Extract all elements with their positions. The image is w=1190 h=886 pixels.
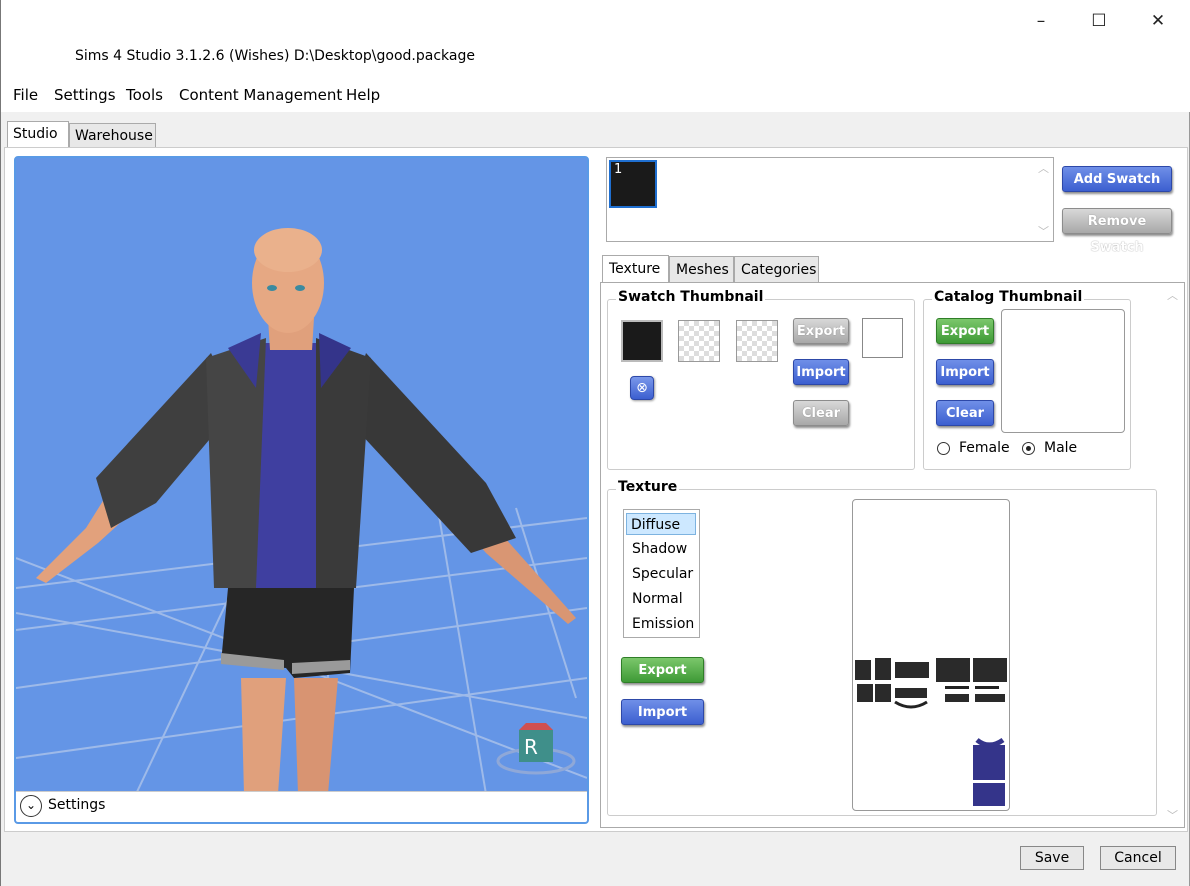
list-item-normal[interactable]: Normal	[628, 588, 692, 610]
radio-female[interactable]	[937, 442, 950, 455]
texture-title: Texture	[616, 479, 680, 495]
list-item-shadow[interactable]: Shadow	[628, 538, 692, 560]
catalog-thumbnail-preview	[1001, 309, 1125, 433]
gizmo-axis-label: R	[524, 735, 538, 759]
scroll-down-icon[interactable]: ﹀	[1038, 223, 1049, 239]
texture-channel-list[interactable]: Diffuse Shadow Specular Normal Emission	[623, 509, 700, 638]
radio-male-label: Male	[1044, 440, 1078, 456]
close-icon[interactable]: ✕	[1138, 8, 1178, 34]
swatch-export-button[interactable]: Export	[793, 318, 849, 344]
viewport-settings-bar[interactable]: ⌄ Settings	[16, 791, 587, 822]
menu-file[interactable]: File	[13, 86, 38, 104]
remove-swatch-button[interactable]: Remove Swatch	[1062, 208, 1172, 255]
swatch-clear-button[interactable]: Clear	[793, 400, 849, 426]
tab-studio[interactable]: Studio	[7, 121, 69, 148]
menu-bar: File Settings Tools Content Management H…	[1, 80, 1190, 112]
list-item-diffuse[interactable]: Diffuse	[626, 513, 696, 535]
menu-settings[interactable]: Settings	[54, 86, 116, 104]
app-window: Sims 4 Studio 3.1.2.6 (Wishes) D:\Deskto…	[0, 0, 1190, 886]
catalog-clear-button[interactable]: Clear	[936, 400, 994, 426]
chevron-down-icon[interactable]: ⌄	[20, 795, 42, 817]
swatch-import-button[interactable]: Import	[793, 359, 849, 385]
swatch-item[interactable]: 1	[609, 160, 657, 208]
scroll-down-icon[interactable]: ﹀	[1167, 807, 1178, 823]
3d-viewport[interactable]: R ⌄ Settings	[14, 156, 589, 824]
swatch-thumbnail-preview	[678, 320, 720, 362]
tab-texture[interactable]: Texture	[602, 255, 669, 283]
swatch-item-label: 1	[614, 162, 623, 177]
list-item-specular[interactable]: Specular	[628, 563, 693, 585]
menu-tools[interactable]: Tools	[126, 86, 163, 104]
texture-export-button[interactable]: Export	[621, 657, 704, 683]
swatch-thumbnail-title: Swatch Thumbnail	[616, 289, 766, 305]
sim-model-preview[interactable]	[16, 158, 587, 794]
swatch-thumbnail-slot	[862, 318, 903, 358]
scroll-up-icon[interactable]: ︿	[1167, 287, 1178, 303]
settings-label: Settings	[48, 797, 106, 813]
menu-help[interactable]: Help	[346, 86, 380, 104]
catalog-thumbnail-title: Catalog Thumbnail	[932, 289, 1085, 305]
catalog-export-button[interactable]: Export	[936, 318, 994, 344]
catalog-import-button[interactable]: Import	[936, 359, 994, 385]
swatch-list[interactable]: 1 ︿ ﹀	[606, 157, 1054, 242]
texture-preview	[852, 499, 1010, 811]
list-item-emission[interactable]: Emission	[628, 613, 694, 635]
texture-group: Texture Diffuse Shadow Specular Normal E…	[607, 479, 1157, 816]
tab-categories[interactable]: Categories	[734, 256, 819, 282]
radio-female-label: Female	[959, 440, 1010, 456]
swatch-thumbnail-preview-alt	[736, 320, 778, 362]
save-button[interactable]: Save	[1020, 846, 1084, 870]
texture-atlas-image	[855, 658, 1007, 806]
scroll-up-icon[interactable]: ︿	[1038, 160, 1049, 176]
swatch-thumbnail-group: Swatch Thumbnail ⊗ Export Import Clear	[607, 289, 915, 470]
texture-import-button[interactable]: Import	[621, 699, 704, 725]
swatch-color-preview[interactable]	[621, 320, 663, 362]
cancel-button[interactable]: Cancel	[1100, 846, 1176, 870]
add-swatch-button[interactable]: Add Swatch	[1062, 166, 1172, 192]
tab-meshes[interactable]: Meshes	[669, 256, 734, 282]
remove-color-icon[interactable]: ⊗	[630, 376, 654, 400]
radio-male[interactable]	[1022, 442, 1035, 455]
window-title: Sims 4 Studio 3.1.2.6 (Wishes) D:\Deskto…	[75, 48, 475, 64]
title-bar: Sims 4 Studio 3.1.2.6 (Wishes) D:\Deskto…	[1, 0, 1190, 80]
tab-warehouse[interactable]: Warehouse	[69, 123, 156, 147]
catalog-thumbnail-group: Catalog Thumbnail Export Import Clear Fe…	[923, 289, 1131, 470]
menu-content-management[interactable]: Content Management	[179, 86, 342, 104]
minimize-icon[interactable]: –	[1021, 8, 1061, 34]
maximize-icon[interactable]: ☐	[1079, 8, 1119, 34]
